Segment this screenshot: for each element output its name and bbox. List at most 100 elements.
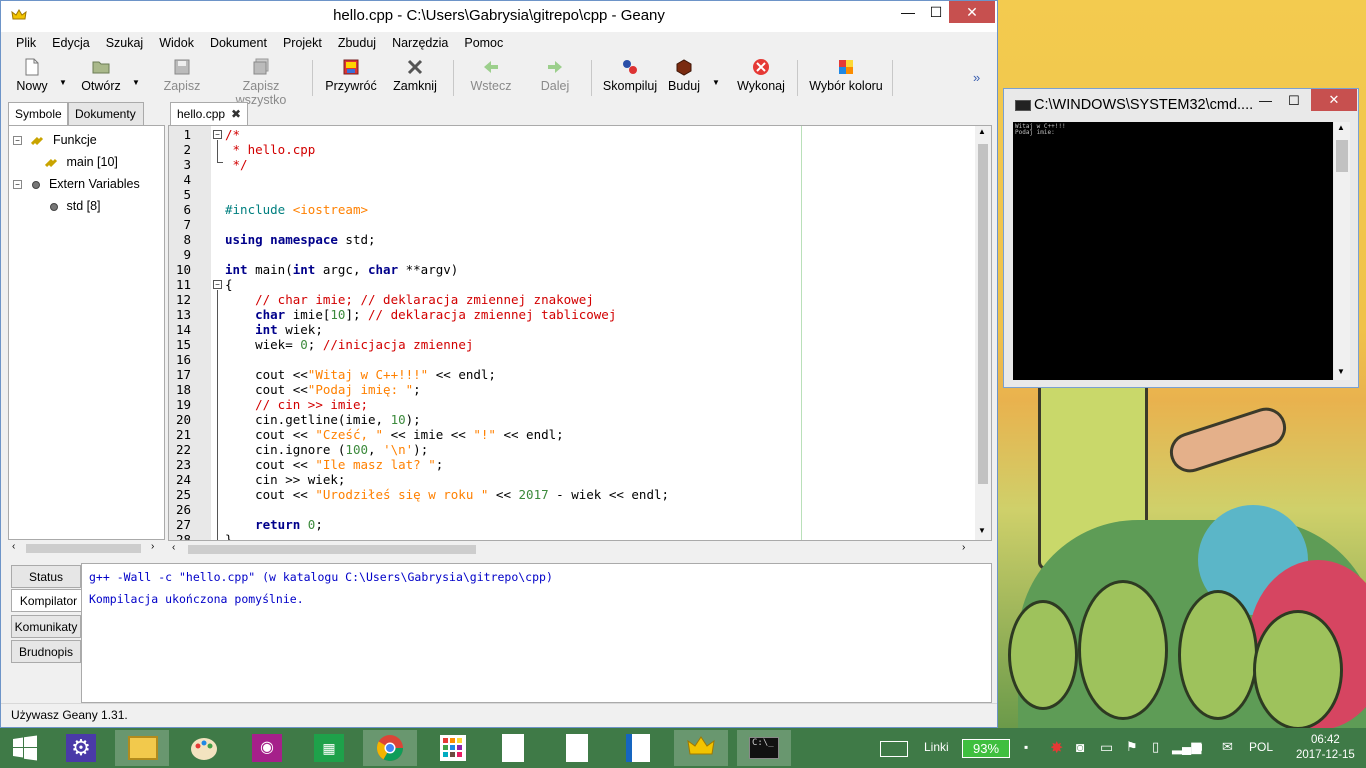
start-button[interactable]: [0, 730, 50, 766]
tray-icon-1[interactable]: ▪: [1024, 740, 1028, 768]
scroll-down-icon[interactable]: ▼: [978, 526, 986, 535]
tree-item-functions[interactable]: − Funkcje: [13, 133, 97, 147]
action-center-flag-icon[interactable]: ⚑: [1126, 739, 1138, 768]
taskbar-geany[interactable]: [674, 730, 728, 766]
close-button[interactable]: ✕: [1311, 89, 1357, 111]
open-button[interactable]: Otwórz: [81, 56, 121, 93]
compile-button[interactable]: Skompiluj: [602, 56, 658, 93]
collapse-icon[interactable]: −: [13, 180, 22, 190]
compiler-output[interactable]: g++ -Wall -c "hello.cpp" (w katalogu C:\…: [81, 563, 992, 703]
forward-button[interactable]: Dalej: [538, 56, 572, 93]
input-language[interactable]: POL: [1249, 740, 1273, 768]
code-line: * hello.cpp: [225, 142, 316, 157]
fold-icon[interactable]: −: [213, 130, 222, 139]
code-text[interactable]: /* * hello.cpp */ #include <iostream> us…: [225, 126, 991, 540]
menu-build[interactable]: Zbuduj: [338, 36, 376, 50]
title-bar[interactable]: hello.cpp - C:\Users\Gabrysia\gitrepo\cp…: [1, 1, 997, 32]
taskbar-store[interactable]: ▦: [302, 730, 356, 766]
maximize-button[interactable]: ☐: [1288, 93, 1300, 109]
tree-item-main[interactable]: main [10]: [45, 155, 118, 169]
line-number: 14: [175, 322, 191, 337]
menu-view[interactable]: Widok: [159, 36, 194, 50]
scroll-right-icon[interactable]: ›: [962, 542, 965, 553]
menu-project[interactable]: Projekt: [283, 36, 322, 50]
network-icon[interactable]: ▂▄▆: [1172, 739, 1201, 768]
menu-document[interactable]: Dokument: [210, 36, 267, 50]
cmd-window[interactable]: C:\WINDOWS\SYSTEM32\cmd.... — ☐ ✕ Witaj …: [1003, 88, 1359, 388]
console-line: Podaj imie:: [1015, 129, 1059, 136]
save-all-button[interactable]: Zapisz wszystko: [217, 56, 305, 107]
tab-scribble[interactable]: Brudnopis: [11, 640, 81, 663]
scrollbar-thumb[interactable]: [1336, 140, 1348, 172]
menu-file[interactable]: Plik: [16, 36, 36, 50]
battery-icon[interactable]: ▯: [1152, 739, 1159, 768]
editor-horizontal-scrollbar[interactable]: ‹ ›: [168, 541, 976, 557]
close-button[interactable]: ✕: [949, 1, 995, 23]
scroll-left-icon[interactable]: ‹: [12, 541, 15, 552]
color-chooser-button[interactable]: Wybór koloru: [808, 56, 884, 93]
scrollbar-thumb[interactable]: [978, 144, 988, 484]
tab-messages[interactable]: Komunikaty: [11, 615, 81, 638]
minimize-button[interactable]: —: [1259, 93, 1272, 108]
links-toolbar[interactable]: Linki: [924, 740, 949, 758]
menu-search[interactable]: Szukaj: [106, 36, 144, 50]
tray-camera-icon[interactable]: ◙: [1076, 739, 1084, 768]
tab-symbols[interactable]: Symbole: [8, 102, 68, 126]
taskbar-settings[interactable]: ⚙: [56, 730, 110, 766]
taskbar-camera[interactable]: ◉: [240, 730, 294, 766]
taskbar-cmd[interactable]: C:\_: [737, 730, 791, 766]
tray-icon-2[interactable]: ✸: [1050, 738, 1063, 768]
volume-icon[interactable]: 🔈︎: [1198, 739, 1206, 768]
taskbar-apps[interactable]: [426, 730, 480, 766]
taskbar-file-explorer[interactable]: [115, 730, 169, 766]
open-dropdown-arrow[interactable]: ▼: [132, 78, 140, 87]
taskbar-chrome[interactable]: [363, 730, 417, 766]
execute-button[interactable]: Wykonaj: [737, 56, 785, 93]
scroll-up-icon[interactable]: ▲: [1337, 123, 1345, 132]
menu-tools[interactable]: Narzędzia: [392, 36, 448, 50]
tab-documents[interactable]: Dokumenty: [68, 102, 144, 125]
scroll-up-icon[interactable]: ▲: [978, 127, 986, 136]
close-file-button[interactable]: Zamknij: [391, 56, 439, 93]
menu-help[interactable]: Pomoc: [464, 36, 503, 50]
scrollbar-thumb[interactable]: [188, 545, 476, 554]
battery-indicator[interactable]: 93%: [962, 739, 1010, 758]
tab-compiler[interactable]: Kompilator: [11, 589, 85, 612]
tree-item-std[interactable]: std [8]: [49, 199, 101, 213]
scroll-right-icon[interactable]: ›: [151, 541, 154, 552]
taskbar-writer[interactable]: [612, 730, 666, 766]
line-number: 21: [175, 427, 191, 442]
scrollbar-thumb[interactable]: [26, 544, 141, 553]
tab-status[interactable]: Status: [11, 565, 81, 588]
scroll-left-icon[interactable]: ‹: [172, 542, 175, 553]
revert-button[interactable]: Przywróć: [325, 56, 377, 93]
console-output[interactable]: Witaj w C++!!! Podaj imie:: [1013, 122, 1333, 380]
save-button[interactable]: Zapisz: [163, 56, 201, 93]
new-button[interactable]: Nowy: [15, 56, 49, 93]
code-editor[interactable]: 1 2 3 4 5 6 7 8 9 10 11 12 13 14 15 16 17 18 19 20 21 22 23 24 2…: [168, 125, 992, 541]
new-dropdown-arrow[interactable]: ▼: [59, 78, 67, 87]
build-dropdown-arrow[interactable]: ▼: [712, 78, 720, 87]
taskbar-paint[interactable]: [177, 730, 231, 766]
fold-icon[interactable]: −: [213, 280, 222, 289]
message-icon[interactable]: ✉: [1222, 739, 1233, 768]
sidebar-horizontal-scrollbar[interactable]: ‹ ›: [8, 540, 165, 556]
line-number: 10: [175, 262, 191, 277]
taskbar-document[interactable]: [486, 730, 540, 766]
tree-item-extern-variables[interactable]: − Extern Variables: [13, 177, 140, 191]
back-button[interactable]: Wstecz: [469, 56, 513, 93]
tab-hello-cpp[interactable]: hello.cpp ✖: [170, 102, 249, 126]
tray-display-icon[interactable]: ▭: [1100, 739, 1113, 768]
scroll-down-icon[interactable]: ▼: [1337, 367, 1345, 376]
save-all-icon: [253, 58, 269, 75]
clock[interactable]: 06:42 2017-12-15: [1296, 733, 1355, 763]
console-vertical-scrollbar[interactable]: ▲ ▼: [1334, 122, 1350, 380]
close-tab-icon[interactable]: ✖: [231, 107, 241, 121]
toolbar-overflow-button[interactable]: »: [973, 70, 980, 85]
collapse-icon[interactable]: −: [13, 136, 22, 146]
line-number: 4: [183, 172, 191, 187]
build-button[interactable]: Buduj: [667, 56, 701, 93]
menu-edit[interactable]: Edycja: [52, 36, 90, 50]
taskbar-document-2[interactable]: [550, 730, 604, 766]
editor-vertical-scrollbar[interactable]: ▲ ▼: [975, 126, 991, 540]
